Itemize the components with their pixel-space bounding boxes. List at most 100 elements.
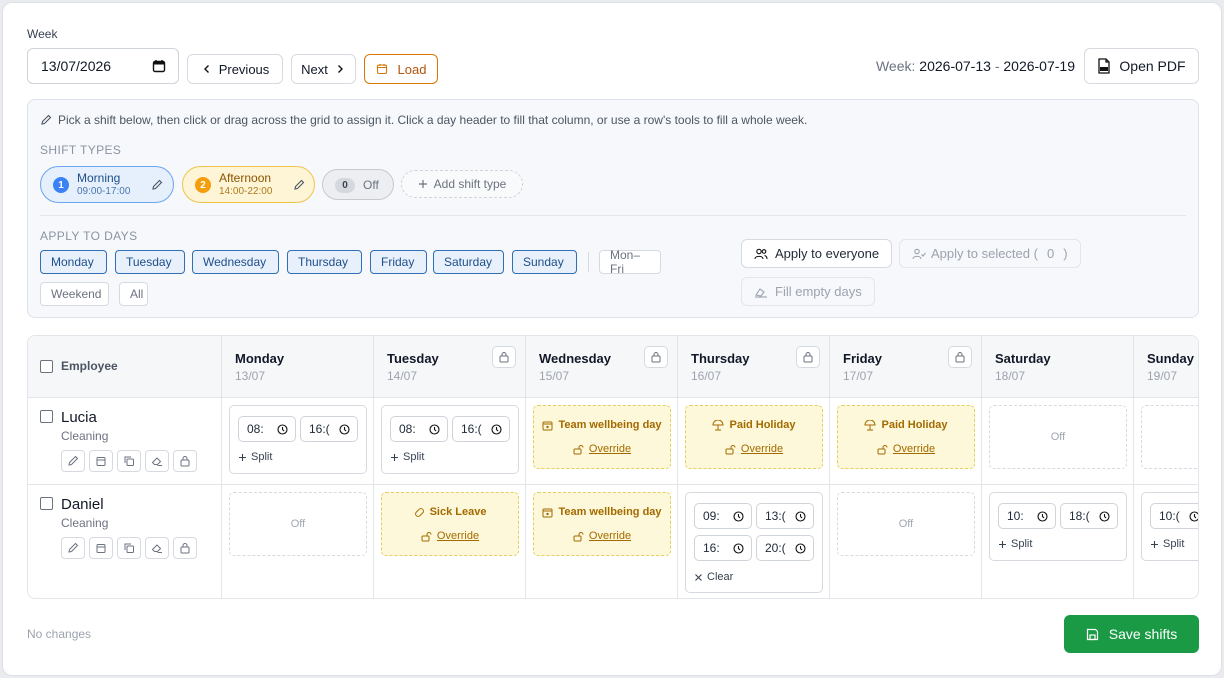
split-button[interactable]: Split: [390, 451, 424, 463]
leave-cell[interactable]: Sick Leave Override: [381, 492, 519, 556]
override-link[interactable]: Override: [382, 530, 518, 542]
week-start: 2026-07-13: [919, 58, 991, 74]
day-header-friday[interactable]: Friday 17/07: [843, 351, 882, 383]
off-cell[interactable]: Off: [989, 405, 1127, 469]
start-time-input[interactable]: 10:: [998, 503, 1056, 529]
day-date: 19/07: [1147, 369, 1178, 383]
row-tool-lock[interactable]: [173, 450, 197, 472]
load-button[interactable]: Load: [364, 54, 438, 84]
bandage-icon: [414, 507, 425, 518]
day-header-saturday[interactable]: Saturday 18/07: [995, 351, 1051, 383]
empty-cell[interactable]: [1141, 405, 1198, 469]
employee-checkbox[interactable]: [40, 410, 53, 423]
override-link[interactable]: Override: [534, 530, 670, 542]
previous-week-button[interactable]: Previous: [187, 54, 283, 84]
shift-cell[interactable]: 08: 16:( Split: [229, 405, 367, 474]
start-time-input[interactable]: 08:: [390, 416, 448, 442]
preset-weekend[interactable]: Weekend: [40, 282, 109, 306]
row-tool-copy[interactable]: [117, 450, 141, 472]
start-time-input[interactable]: 16:: [694, 535, 752, 561]
clear-button[interactable]: Clear: [694, 571, 733, 583]
calendar-icon: [95, 455, 107, 467]
shift-chip-off[interactable]: 0 Off: [322, 169, 394, 200]
leave-cell[interactable]: Paid Holiday Override: [685, 405, 823, 469]
row-tool-eraser[interactable]: [145, 537, 169, 559]
col-divider: [981, 336, 982, 598]
row-tool-pencil[interactable]: [61, 450, 85, 472]
off-cell[interactable]: Off: [837, 492, 975, 556]
shift-chip-morning[interactable]: 1 Morning 09:00-17:00: [40, 166, 174, 203]
day-header-thursday[interactable]: Thursday 16/07: [691, 351, 750, 383]
end-time-input[interactable]: 20:(: [756, 535, 814, 561]
split-button[interactable]: Split: [238, 451, 272, 463]
split-button[interactable]: Split: [998, 538, 1032, 550]
next-week-button[interactable]: Next: [291, 54, 356, 84]
day-date: 16/07: [691, 369, 722, 383]
day-header-tuesday[interactable]: Tuesday 14/07: [387, 351, 439, 383]
leave-cell[interactable]: Team wellbeing day Override: [533, 405, 671, 469]
fill-empty-days-button[interactable]: Fill empty days: [741, 277, 875, 306]
off-cell[interactable]: Off: [229, 492, 367, 556]
shift-cell[interactable]: 08: 16:( Split: [381, 405, 519, 474]
leave-cell[interactable]: Paid Holiday Override: [837, 405, 975, 469]
shift-types-title: SHIFT TYPES: [40, 143, 122, 157]
split-button[interactable]: Split: [1150, 538, 1184, 550]
preset-mon-fri[interactable]: Mon–Fri: [599, 248, 661, 276]
clock-icon: [339, 423, 350, 435]
end-time-input[interactable]: 16:(: [452, 416, 510, 442]
lock-column-button[interactable]: [796, 346, 820, 368]
lock-column-button[interactable]: [644, 346, 668, 368]
start-time-input[interactable]: 09:: [694, 503, 752, 529]
day-toggle-tuesday[interactable]: Tuesday: [115, 250, 185, 274]
apply-to-everyone-button[interactable]: Apply to everyone: [741, 239, 893, 268]
open-pdf-button[interactable]: Open PDF: [1084, 48, 1199, 84]
day-header-sunday[interactable]: Sunday 19/07: [1147, 351, 1194, 383]
shift-cell[interactable]: 09: 13:( 16: 20:( Clear: [685, 492, 823, 593]
start-time-input[interactable]: 10:(: [1150, 503, 1198, 529]
day-toggle-monday[interactable]: Monday: [40, 250, 107, 274]
day-toggle-thursday[interactable]: Thursday: [287, 250, 362, 274]
shift-cell[interactable]: 10: 18:( Split: [989, 492, 1127, 561]
lock-column-button[interactable]: [948, 346, 972, 368]
end-time-input[interactable]: 13:(: [756, 503, 814, 529]
end-time-input[interactable]: 16:(: [300, 416, 358, 442]
day-toggle-saturday[interactable]: Saturday: [433, 250, 504, 274]
employee-checkbox[interactable]: [40, 497, 53, 510]
row-tool-copy[interactable]: [117, 537, 141, 559]
override-link[interactable]: Override: [838, 443, 974, 455]
leave-title: Paid Holiday: [838, 419, 974, 431]
preset-all[interactable]: All: [119, 282, 148, 306]
day-header-monday[interactable]: Monday 13/07: [235, 351, 284, 383]
row-tool-calendar[interactable]: [89, 537, 113, 559]
edit-pencil-icon[interactable]: [293, 179, 305, 191]
row-tool-eraser[interactable]: [145, 450, 169, 472]
beach-umbrella-icon: [712, 419, 724, 431]
start-time-input[interactable]: 08:: [238, 416, 296, 442]
lock-column-button[interactable]: [492, 346, 516, 368]
day-toggle-sunday[interactable]: Sunday: [512, 250, 577, 274]
row-tool-lock[interactable]: [173, 537, 197, 559]
week-date-input[interactable]: 13/07/2026: [27, 48, 179, 84]
end-time-input[interactable]: 18:(: [1060, 503, 1118, 529]
override-link[interactable]: Override: [534, 443, 670, 455]
apply-to-selected-button[interactable]: Apply to selected ( 0 ): [899, 239, 1081, 268]
add-shift-type-button[interactable]: Add shift type: [401, 170, 523, 198]
row-tool-pencil[interactable]: [61, 537, 85, 559]
lock-icon: [499, 351, 509, 363]
edit-pencil-icon[interactable]: [151, 179, 163, 191]
save-shifts-button[interactable]: Save shifts: [1064, 615, 1199, 653]
shift-cell[interactable]: 10:( Split: [1141, 492, 1198, 561]
day-toggle-wednesday[interactable]: Wednesday: [192, 250, 279, 274]
override-link[interactable]: Override: [686, 443, 822, 455]
day-header-wednesday[interactable]: Wednesday 15/07: [539, 351, 611, 383]
row-divider: [28, 397, 1198, 398]
leave-title: Paid Holiday: [686, 419, 822, 431]
shift-chip-afternoon[interactable]: 2 Afternoon 14:00-22:00: [182, 166, 315, 203]
calendar-icon[interactable]: [152, 59, 166, 73]
row-tool-calendar[interactable]: [89, 450, 113, 472]
select-all-checkbox[interactable]: [40, 359, 53, 373]
schedule-grid: Employee Monday 13/07 Tuesday 14/07 Wedn…: [27, 335, 1199, 599]
week-separator: -: [994, 58, 1000, 74]
leave-cell[interactable]: Team wellbeing day Override: [533, 492, 671, 556]
day-toggle-friday[interactable]: Friday: [370, 250, 427, 274]
